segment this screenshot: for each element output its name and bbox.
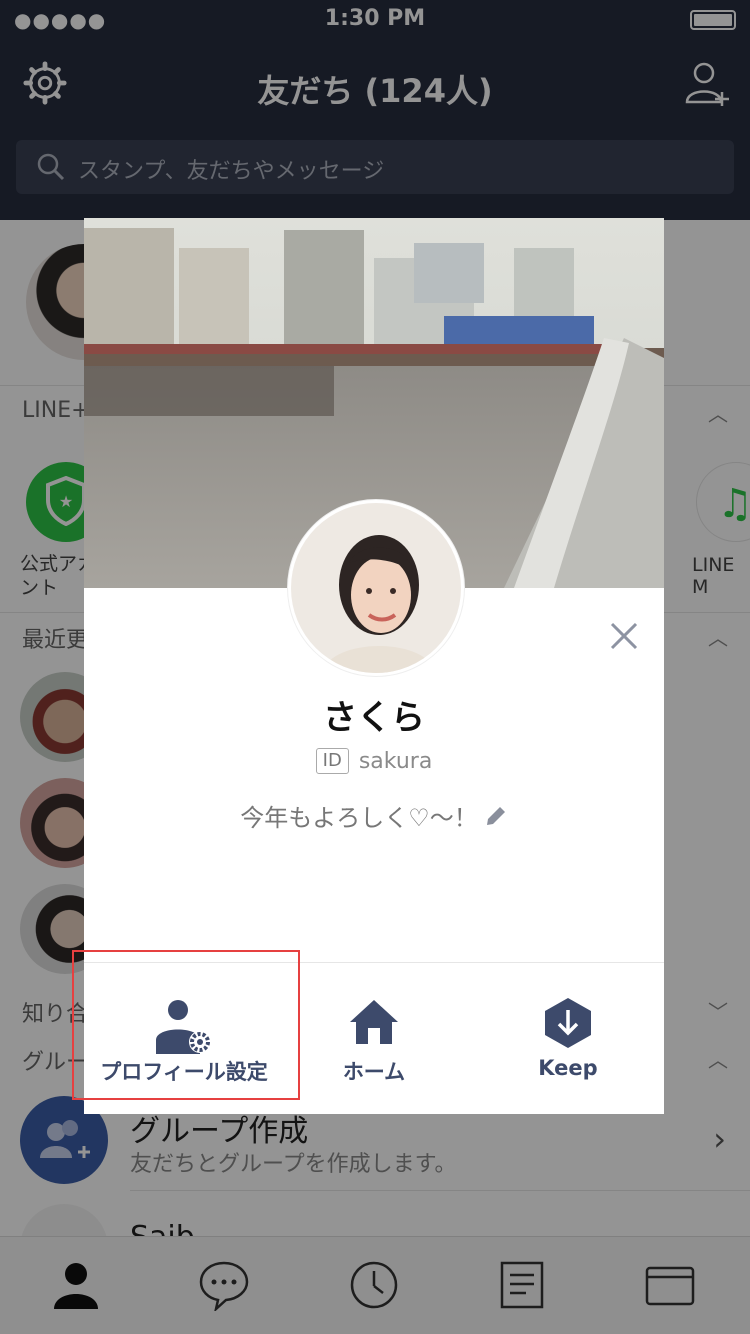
keep-label: Keep [538, 1056, 598, 1080]
profile-status-message[interactable]: 今年もよろしく♡〜！ [84, 798, 664, 833]
highlight-box [72, 950, 300, 1100]
pencil-icon[interactable] [484, 804, 508, 828]
profile-id: ID sakura [84, 748, 664, 774]
home-label: ホーム [342, 1060, 406, 1084]
keep-button[interactable]: Keep [468, 962, 668, 1114]
profile-id-value: sakura [358, 749, 433, 774]
profile-name: さくら [323, 698, 425, 738]
keep-icon [545, 998, 591, 1048]
home-button[interactable]: ホーム [274, 962, 474, 1114]
home-icon [350, 1000, 398, 1044]
profile-avatar[interactable] [288, 500, 464, 676]
close-icon[interactable] [604, 616, 644, 656]
status-text: 今年もよろしく♡〜！ [240, 804, 478, 832]
id-badge: ID [315, 748, 349, 774]
